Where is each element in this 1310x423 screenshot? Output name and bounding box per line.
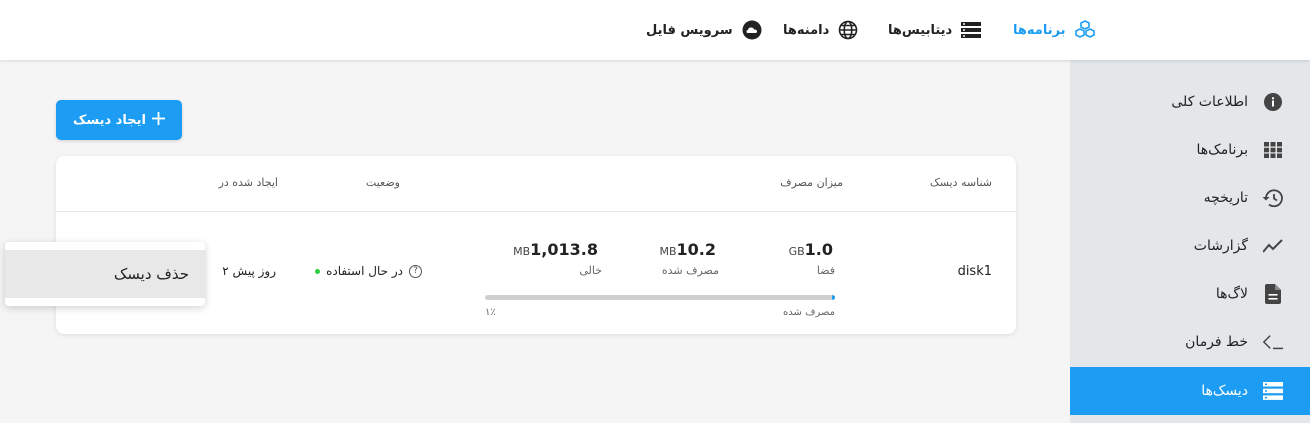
top-navbar: برنامه‌ها دیتابیس‌ها دامنه‌ (0, 0, 1310, 60)
delete-disk-label: حذف دیسک (113, 265, 189, 283)
progress-percent: ۱٪ (485, 307, 496, 318)
globe-icon (837, 19, 859, 41)
create-disk-button[interactable]: ایجاد دیسک (56, 100, 182, 140)
table-header: شناسه دیسک میزان مصرف وضعیت ایجاد شده در (56, 156, 1016, 212)
sidebar-item-logs[interactable]: لاگ‌ها (1070, 270, 1310, 318)
terminal-icon (1262, 331, 1284, 353)
document-icon (1262, 283, 1284, 305)
sidebar-item-overview[interactable]: اطلاعات کلی (1070, 78, 1310, 126)
topnav-file-service[interactable]: سرویس فایل (646, 17, 763, 43)
status-dot (315, 268, 321, 274)
sidebar-item-label: تاریخچه (1203, 190, 1248, 206)
usage-progress-bar (485, 295, 835, 300)
sidebar-item-label: لاگ‌ها (1215, 286, 1248, 302)
plus-icon (151, 111, 165, 129)
row-actions-menu: حذف دیسک (5, 242, 205, 306)
delete-disk-menu-item[interactable]: حذف دیسک (5, 250, 205, 298)
create-disk-label: ایجاد دیسک (73, 112, 146, 128)
header-created-at: ایجاد شده در (218, 176, 278, 189)
sidebar-item-history[interactable]: تاریخچه (1070, 174, 1310, 222)
cubes-icon (1074, 19, 1096, 41)
usage-progress-fill (831, 295, 835, 300)
sidebar-item-reports[interactable]: گزارشات (1070, 222, 1310, 270)
sidebar: اطلاعات کلی برنامک‌ها تاریخچه (1070, 60, 1310, 423)
sidebar-item-label: خط فرمان (1185, 334, 1248, 350)
topnav-apps[interactable]: برنامه‌ها (1013, 17, 1096, 43)
sidebar-item-label: برنامک‌ها (1196, 142, 1248, 158)
chart-line-icon (1262, 235, 1284, 257)
disk-id[interactable]: disk1 (958, 264, 992, 279)
header-usage: میزان مصرف (780, 176, 843, 189)
topnav-domains[interactable]: دامنه‌ها (783, 17, 859, 43)
history-icon (1262, 187, 1284, 209)
topnav-databases-label: دیتابیس‌ها (888, 22, 953, 38)
status-text: در حال استفاده (326, 264, 403, 278)
header-status: وضعیت (365, 176, 400, 189)
sidebar-item-disks[interactable]: دیسک‌ها (1070, 367, 1310, 415)
server-icon (960, 19, 982, 41)
used-stat: MB10.2 (659, 240, 716, 259)
topnav-file-service-label: سرویس فایل (646, 22, 733, 38)
info-icon (1262, 91, 1284, 113)
topnav-databases[interactable]: دیتابیس‌ها (888, 17, 982, 43)
sidebar-item-applets[interactable]: برنامک‌ها (1070, 126, 1310, 174)
space-stat: GB1.0 (788, 240, 833, 259)
created-at: ۲ روز پیش (222, 264, 276, 278)
free-stat: MB1,013.8 (513, 240, 598, 259)
sidebar-item-terminal[interactable]: خط فرمان (1070, 318, 1310, 366)
sidebar-item-label: اطلاعات کلی (1171, 94, 1248, 110)
disk-stack-icon (1262, 380, 1284, 402)
topnav-apps-label: برنامه‌ها (1013, 22, 1066, 38)
sidebar-item-label: گزارشات (1193, 238, 1248, 254)
topnav-domains-label: دامنه‌ها (783, 22, 830, 38)
header-disk-id: شناسه دیسک (929, 176, 992, 189)
progress-label: مصرف شده (783, 307, 835, 318)
used-label: مصرف شده (661, 264, 719, 277)
grid-icon (1262, 139, 1284, 161)
free-label: خالی (579, 264, 602, 277)
cloud-icon (741, 19, 763, 41)
status-cell: در حال استفاده ? (315, 264, 422, 278)
help-icon[interactable]: ? (409, 264, 422, 278)
space-label: فضا (816, 264, 835, 277)
sidebar-item-label: دیسک‌ها (1201, 383, 1248, 399)
